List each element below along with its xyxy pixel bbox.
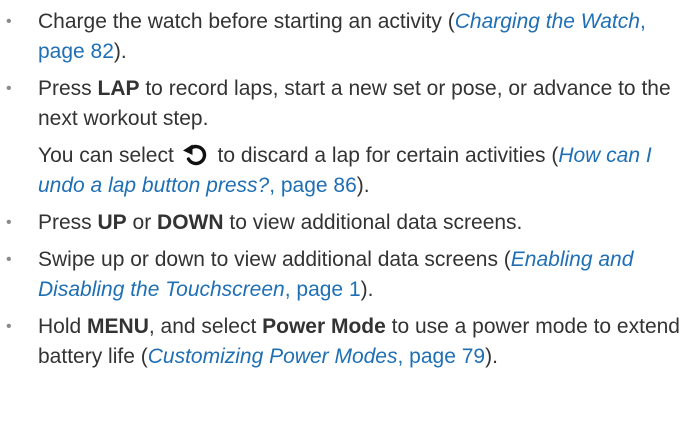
button-name: MENU <box>87 315 149 338</box>
bullet: • <box>6 214 12 231</box>
text-run: ). <box>360 278 374 301</box>
text-run: ). <box>356 174 370 197</box>
item-text: Hold MENU, and select Power Mode to use … <box>38 312 682 372</box>
item-text: Press LAP to record laps, start a new se… <box>38 74 682 134</box>
button-name: LAP <box>97 77 140 100</box>
list-item: • Charge the watch before starting an act… <box>0 7 682 67</box>
link-title: Customizing Power Modes <box>147 345 398 368</box>
link-page: , page 86 <box>269 174 357 197</box>
cross-reference-link[interactable]: Customizing Power Modes, page 79 <box>148 345 485 368</box>
text-run: You can select <box>38 144 180 167</box>
list-item: • Press UP or DOWN to view additional dat… <box>0 208 682 238</box>
text-run: Press <box>38 77 98 100</box>
list-item: • Hold MENU, and select Power Mode to use… <box>0 312 682 372</box>
bullet: • <box>6 13 12 30</box>
link-page: , page 79 <box>397 345 486 368</box>
item-note: You can select to discard a lap for cert… <box>38 141 682 201</box>
button-name: Power Mode <box>262 315 386 338</box>
text-run: Hold <box>38 315 88 338</box>
undo-icon <box>182 144 206 166</box>
list-item: • Press LAP to record laps, start a new s… <box>0 74 682 201</box>
list-item: • Swipe up or down to view additional dat… <box>0 245 682 305</box>
button-name: DOWN <box>157 211 224 234</box>
button-name: UP <box>97 211 127 234</box>
text-run: ). <box>485 345 498 368</box>
bullet-list: • Charge the watch before starting an act… <box>0 7 682 372</box>
item-text: Charge the watch before starting an acti… <box>38 7 682 67</box>
text-run: Charge the watch before starting an acti… <box>38 10 455 33</box>
text-run: Press <box>38 211 98 234</box>
bullet: • <box>6 80 12 97</box>
item-text: Swipe up or down to view additional data… <box>38 245 682 305</box>
text-run: to discard a lap for certain activities … <box>211 144 559 167</box>
link-title: Charging the Watch <box>454 10 640 33</box>
text-run: Swipe up or down to view additional data… <box>38 248 511 271</box>
manual-page: • Charge the watch before starting an act… <box>0 0 694 430</box>
item-text: Press UP or DOWN to view additional data… <box>38 208 682 238</box>
text-run: or <box>126 211 158 234</box>
bullet: • <box>6 318 12 335</box>
text-run: , and select <box>148 315 263 338</box>
bullet: • <box>6 251 12 268</box>
text-run: to view additional data screens. <box>223 211 523 234</box>
link-page: , page 1 <box>284 278 361 301</box>
text-run: ). <box>113 40 127 63</box>
